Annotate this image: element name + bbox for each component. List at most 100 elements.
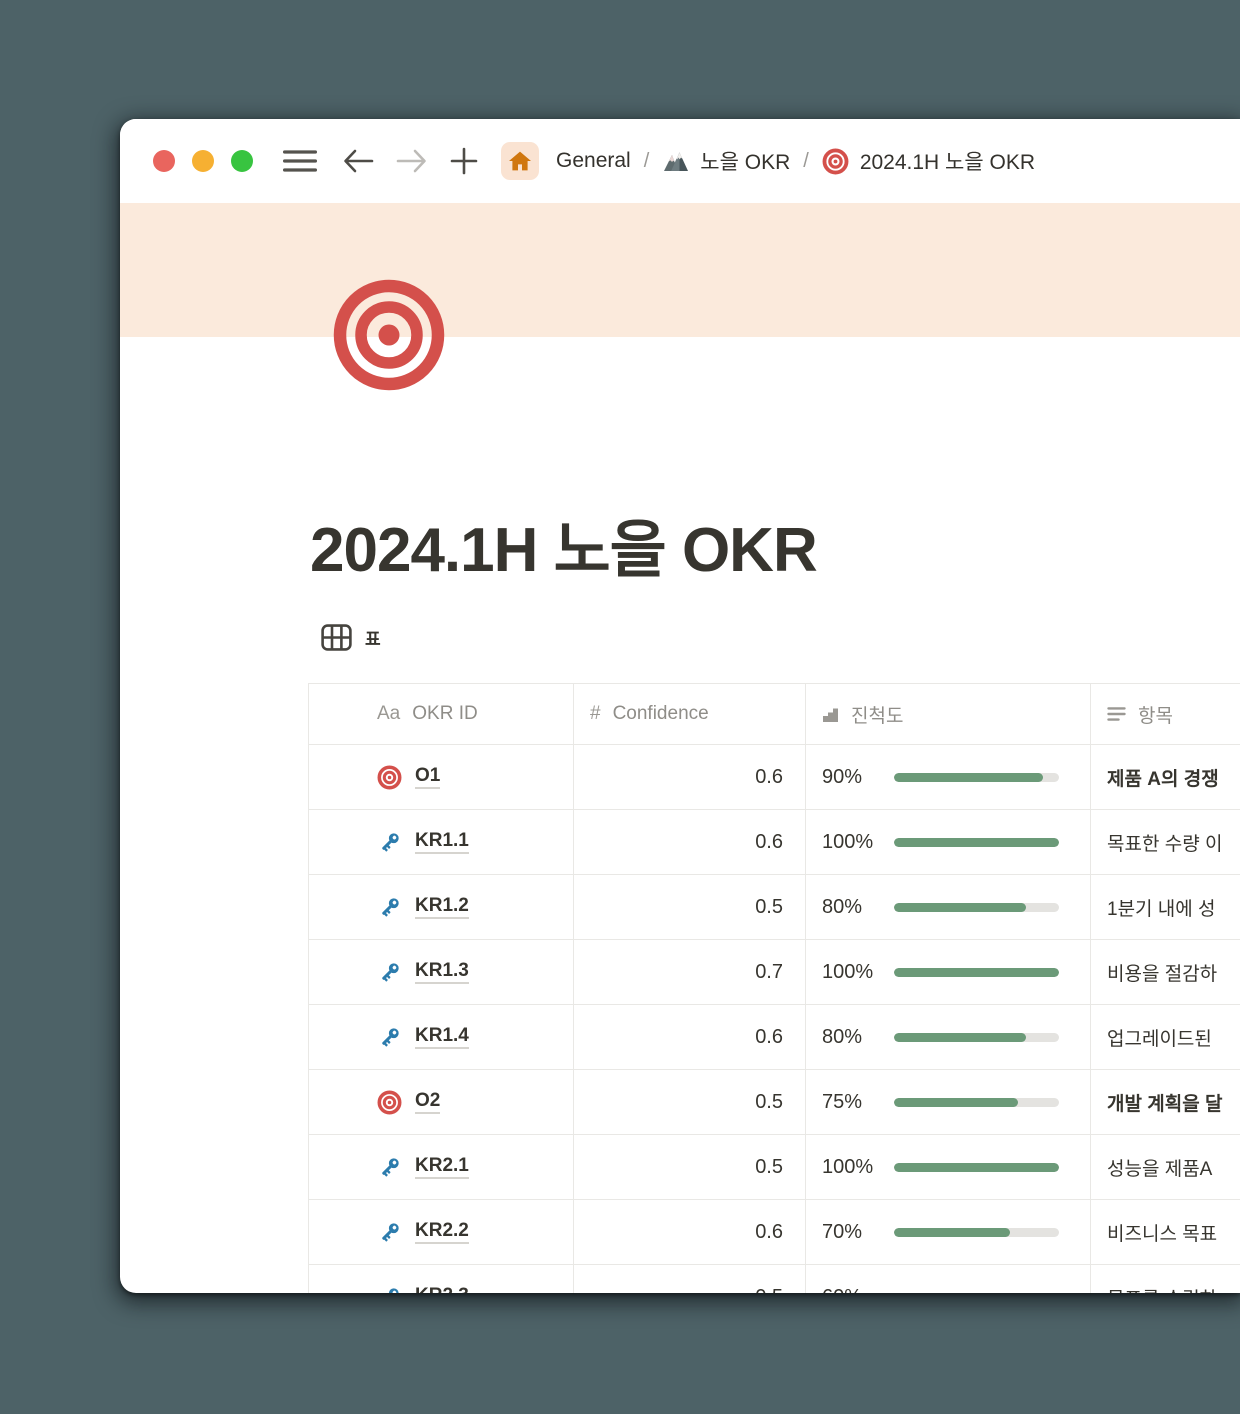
table-row[interactable]: O2 0.5 75% 개발 계획을 달 (308, 1070, 1240, 1135)
progress-cell[interactable]: 80% (805, 875, 1090, 939)
okr-id-cell[interactable]: O1 (308, 745, 573, 809)
table-row[interactable]: KR1.1 0.6 100% 목표한 수량 이 (308, 810, 1240, 875)
okr-id-cell[interactable]: KR1.3 (308, 940, 573, 1004)
item-cell[interactable]: 1분기 내에 성 (1090, 875, 1240, 939)
progress-cell[interactable]: 100% (805, 810, 1090, 874)
table-row[interactable]: KR2.1 0.5 100% 성능을 제품A (308, 1135, 1240, 1200)
confidence-cell[interactable]: 0.7 (573, 940, 805, 1004)
zoom-window-button[interactable] (231, 150, 253, 172)
confidence-cell[interactable]: 0.5 (573, 875, 805, 939)
confidence-value: 0.6 (755, 1026, 783, 1049)
confidence-value: 0.7 (755, 961, 783, 984)
okr-id-link[interactable]: KR2.2 (415, 1220, 469, 1245)
column-label: 항목 (1138, 701, 1173, 728)
titlebar: General / 노을 OKR / (120, 119, 1240, 203)
okr-id-link[interactable]: KR1.1 (415, 830, 469, 855)
item-cell[interactable]: 비즈니스 목표 (1090, 1200, 1240, 1264)
table-row[interactable]: KR2.3 0.5 60% 목표를 수립하 (308, 1265, 1240, 1293)
breadcrumb: General / 노을 OKR / (556, 146, 1035, 176)
progress-cell[interactable]: 100% (805, 1135, 1090, 1199)
table-header-row: Aa OKR ID # Confidence 진척도 항목 (308, 683, 1240, 745)
column-label: Confidence (613, 703, 709, 725)
okr-id-cell[interactable]: KR1.2 (308, 875, 573, 939)
okr-id-link[interactable]: O2 (415, 1090, 440, 1115)
key-icon (377, 895, 402, 920)
okr-id-link[interactable]: O1 (415, 765, 440, 790)
item-cell[interactable]: 개발 계획을 달 (1090, 1070, 1240, 1134)
back-arrow-icon[interactable] (343, 148, 374, 174)
okr-id-cell[interactable]: KR2.3 (308, 1265, 573, 1293)
breadcrumb-item-current-page[interactable]: 2024.1H 노을 OKR (822, 146, 1035, 176)
progress-cell[interactable]: 100% (805, 940, 1090, 1004)
column-header-progress[interactable]: 진척도 (805, 684, 1090, 744)
table-row[interactable]: KR1.3 0.7 100% 비용을 절감하 (308, 940, 1240, 1005)
confidence-cell[interactable]: 0.5 (573, 1265, 805, 1293)
item-cell[interactable]: 목표를 수립하 (1090, 1265, 1240, 1293)
confidence-cell[interactable]: 0.5 (573, 1135, 805, 1199)
okr-id-link[interactable]: KR1.3 (415, 960, 469, 985)
tab-table-view[interactable]: 표 (321, 624, 381, 651)
sidebar-menu-icon[interactable] (283, 148, 317, 174)
close-window-button[interactable] (153, 150, 175, 172)
table-row[interactable]: KR2.2 0.6 70% 비즈니스 목표 (308, 1200, 1240, 1265)
key-icon (377, 1220, 402, 1245)
progress-percent: 75% (822, 1091, 894, 1114)
column-header-okr-id[interactable]: Aa OKR ID (308, 684, 573, 744)
item-cell[interactable]: 비용을 절감하 (1090, 940, 1240, 1004)
key-icon (377, 1285, 402, 1294)
item-cell[interactable]: 목표한 수량 이 (1090, 810, 1240, 874)
okr-id-link[interactable]: KR2.3 (415, 1285, 469, 1293)
key-icon (377, 1025, 402, 1050)
page-title: 2024.1H 노을 OKR (310, 499, 817, 589)
okr-id-cell[interactable]: KR2.1 (308, 1135, 573, 1199)
okr-id-cell[interactable]: KR2.2 (308, 1200, 573, 1264)
minimize-window-button[interactable] (192, 150, 214, 172)
item-cell[interactable]: 성능을 제품A (1090, 1135, 1240, 1199)
confidence-cell[interactable]: 0.6 (573, 810, 805, 874)
confidence-cell[interactable]: 0.6 (573, 1200, 805, 1264)
progress-percent: 70% (822, 1221, 894, 1244)
progress-percent: 100% (822, 831, 894, 854)
table-row[interactable]: O1 0.6 90% 제품 A의 경쟁 (308, 745, 1240, 810)
progress-cell[interactable]: 80% (805, 1005, 1090, 1069)
target-icon (822, 148, 849, 175)
home-icon[interactable] (501, 142, 539, 180)
breadcrumb-item-general[interactable]: General (556, 149, 631, 173)
okr-id-link[interactable]: KR1.2 (415, 895, 469, 920)
item-text: 목표한 수량 이 (1107, 829, 1222, 856)
okr-id-cell[interactable]: KR1.4 (308, 1005, 573, 1069)
okr-id-link[interactable]: KR2.1 (415, 1155, 469, 1180)
progress-bar (894, 773, 1059, 782)
item-cell[interactable]: 제품 A의 경쟁 (1090, 745, 1240, 809)
page-cover-banner[interactable] (120, 203, 1240, 337)
progress-cell[interactable]: 70% (805, 1200, 1090, 1264)
okr-id-link[interactable]: KR1.4 (415, 1025, 469, 1050)
column-header-confidence[interactable]: # Confidence (573, 684, 805, 744)
confidence-cell[interactable]: 0.5 (573, 1070, 805, 1134)
page-icon-target[interactable] (333, 279, 445, 391)
progress-bar (894, 1228, 1059, 1237)
item-cell[interactable]: 업그레이드된 (1090, 1005, 1240, 1069)
forward-arrow-icon[interactable] (396, 148, 427, 174)
confidence-value: 0.6 (755, 1221, 783, 1244)
new-tab-plus-icon[interactable] (449, 146, 479, 176)
okr-id-cell[interactable]: O2 (308, 1070, 573, 1134)
breadcrumb-item-noeul-okr[interactable]: 노을 OKR (662, 146, 790, 176)
progress-percent: 100% (822, 1156, 894, 1179)
item-text: 제품 A의 경쟁 (1107, 764, 1219, 791)
confidence-value: 0.5 (755, 1286, 783, 1294)
column-header-item[interactable]: 항목 (1090, 684, 1240, 744)
progress-cell[interactable]: 90% (805, 745, 1090, 809)
progress-cell[interactable]: 60% (805, 1265, 1090, 1293)
table-row[interactable]: KR1.4 0.6 80% 업그레이드된 (308, 1005, 1240, 1070)
column-label: 진척도 (851, 701, 903, 728)
confidence-cell[interactable]: 0.6 (573, 745, 805, 809)
column-label: OKR ID (412, 703, 477, 725)
okr-id-cell[interactable]: KR1.1 (308, 810, 573, 874)
progress-cell[interactable]: 75% (805, 1070, 1090, 1134)
confidence-cell[interactable]: 0.6 (573, 1005, 805, 1069)
table-row[interactable]: KR1.2 0.5 80% 1분기 내에 성 (308, 875, 1240, 940)
confidence-value: 0.6 (755, 831, 783, 854)
breadcrumb-label: General (556, 149, 631, 173)
confidence-value: 0.5 (755, 1091, 783, 1114)
